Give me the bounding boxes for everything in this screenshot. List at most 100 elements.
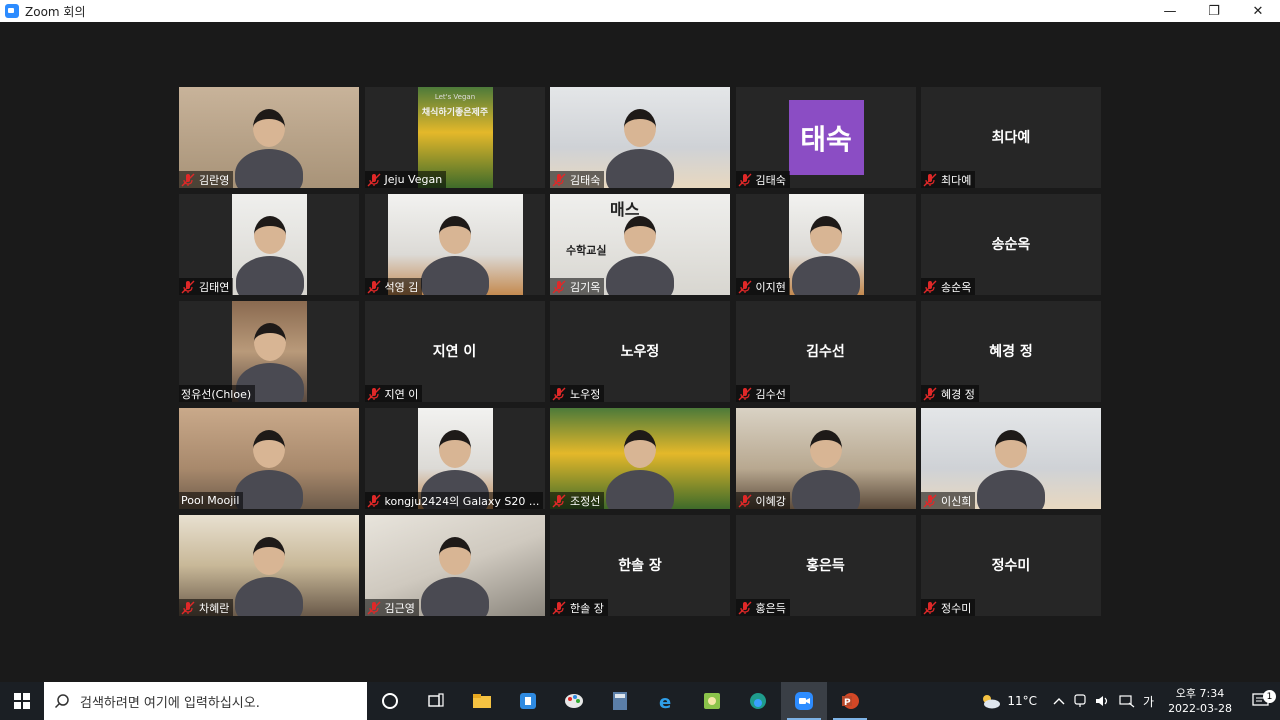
network-button[interactable] bbox=[1115, 694, 1139, 708]
participant-tile[interactable]: 정유선(Chloe) bbox=[179, 301, 359, 402]
participant-name: 이지현 bbox=[755, 280, 786, 294]
system-tray: 11°C 가 오후 7:34 2022-03-28 1 bbox=[975, 682, 1280, 720]
zoom-logo-icon bbox=[5, 4, 19, 18]
chevron-up-icon bbox=[1053, 698, 1065, 705]
participant-name-display: 최다예 bbox=[991, 130, 1031, 146]
weather-widget[interactable]: 11°C bbox=[975, 693, 1041, 709]
volume-button[interactable] bbox=[1091, 694, 1115, 708]
powerpoint-icon: P bbox=[840, 691, 860, 711]
taskbar-app-zoom[interactable] bbox=[781, 682, 827, 720]
participant-tile[interactable]: 석영 김 bbox=[364, 194, 545, 295]
muted-mic-icon bbox=[367, 601, 381, 615]
participant-tile[interactable]: 수학교실 매스 김기옥 bbox=[550, 194, 730, 295]
maximize-button[interactable]: ❐ bbox=[1192, 0, 1236, 22]
participant-tile[interactable]: 김태연 bbox=[179, 194, 359, 295]
participant-tile[interactable]: kongju2424의 Galaxy S20 ... bbox=[364, 408, 545, 509]
participant-body bbox=[235, 577, 303, 616]
participant-name: 조정선 bbox=[570, 494, 601, 508]
jeju-vegan-banner-subtext: Let's Vegan bbox=[434, 93, 476, 101]
participant-name: 석영 김 bbox=[384, 280, 419, 294]
participant-name: 정유선(Chloe) bbox=[181, 387, 252, 401]
ime-indicator[interactable]: 가 bbox=[1139, 693, 1158, 710]
gallery-grid: 김란영 Let's Vegan 채식하기좋은제주 Jeju Vegan 김태숙 태숙 김태숙… bbox=[179, 87, 1101, 616]
file-explorer-icon bbox=[472, 692, 492, 710]
participant-tile[interactable]: 조정선 bbox=[550, 408, 730, 509]
participant-tile[interactable]: 김근영 bbox=[364, 515, 545, 616]
participant-name: 김수선 bbox=[755, 387, 786, 401]
participant-body bbox=[420, 577, 489, 616]
participant-name-label: 김기옥 bbox=[550, 278, 605, 295]
participant-body bbox=[606, 149, 674, 188]
participant-tile[interactable]: 차혜란 bbox=[179, 515, 359, 616]
participant-tile[interactable]: Pool Moojil bbox=[179, 408, 359, 509]
taskbar-app-store[interactable] bbox=[505, 682, 551, 720]
participant-tile[interactable]: 송순옥 송순옥 bbox=[921, 194, 1101, 295]
participant-name-label: 정수미 bbox=[921, 599, 976, 616]
muted-mic-icon bbox=[181, 280, 195, 294]
participant-face bbox=[810, 216, 842, 254]
participant-name-label: 김근영 bbox=[364, 599, 419, 616]
taskbar-app-file-explorer[interactable] bbox=[459, 682, 505, 720]
participant-name-label: 차혜란 bbox=[179, 599, 234, 616]
muted-mic-icon bbox=[738, 173, 752, 187]
minimize-button[interactable]: — bbox=[1148, 0, 1192, 22]
taskbar-app-task-view[interactable] bbox=[413, 682, 459, 720]
participant-name: 지연 이 bbox=[384, 387, 419, 401]
participant-tile[interactable]: 혜경 정 혜경 정 bbox=[921, 301, 1101, 402]
taskbar-app-paint[interactable] bbox=[551, 682, 597, 720]
participant-name-label: 이신희 bbox=[921, 492, 976, 509]
start-button[interactable] bbox=[0, 682, 44, 720]
participant-face bbox=[438, 537, 471, 575]
participant-tile[interactable]: 최다예 최다예 bbox=[921, 87, 1101, 188]
participant-tile[interactable]: 김수선 김수선 bbox=[735, 301, 916, 402]
participant-name: 최다예 bbox=[941, 173, 972, 187]
participant-tile[interactable]: Let's Vegan 채식하기좋은제주 Jeju Vegan bbox=[364, 87, 545, 188]
participant-tile[interactable]: 태숙 김태숙 bbox=[735, 87, 916, 188]
participant-face bbox=[253, 430, 285, 468]
participant-name-label: 김태숙 bbox=[550, 171, 605, 188]
close-button[interactable]: ✕ bbox=[1236, 0, 1280, 22]
taskbar-app-edge[interactable] bbox=[735, 682, 781, 720]
participant-name: 홍은득 bbox=[755, 601, 786, 615]
taskbar-search-input[interactable]: 검색하려면 여기에 입력하십시오. bbox=[44, 682, 367, 720]
taskbar-app-calculator[interactable] bbox=[597, 682, 643, 720]
show-hidden-icons-button[interactable] bbox=[1049, 696, 1069, 706]
participant-tile[interactable]: 김태숙 bbox=[550, 87, 730, 188]
notification-button[interactable]: 1 bbox=[1242, 690, 1280, 709]
participant-name-label: 김란영 bbox=[179, 171, 234, 188]
muted-mic-icon bbox=[367, 280, 381, 294]
participant-tile[interactable]: 이신희 bbox=[921, 408, 1101, 509]
participant-name-display: 혜경 정 bbox=[989, 344, 1033, 360]
participant-name: 이혜강 bbox=[755, 494, 786, 508]
participant-tile[interactable]: 정수미 정수미 bbox=[921, 515, 1101, 616]
cortana-icon bbox=[381, 692, 399, 710]
participant-name-display: 홍은득 bbox=[806, 558, 845, 574]
taskbar-app-cortana[interactable] bbox=[367, 682, 413, 720]
participant-tile[interactable]: 홍은득 홍은득 bbox=[735, 515, 916, 616]
edge-icon bbox=[748, 691, 768, 711]
taskbar-app-ie[interactable]: e bbox=[643, 682, 689, 720]
muted-mic-icon bbox=[923, 387, 937, 401]
device-icon-button[interactable] bbox=[1069, 694, 1091, 708]
clock[interactable]: 오후 7:34 2022-03-28 bbox=[1158, 686, 1242, 716]
participant-tile[interactable]: 이혜강 bbox=[735, 408, 916, 509]
participant-tile[interactable]: 김란영 bbox=[179, 87, 359, 188]
muted-mic-icon bbox=[552, 387, 566, 401]
participant-name: 김기옥 bbox=[570, 280, 601, 294]
participant-name-label: 혜경 정 bbox=[921, 385, 979, 402]
participant-tile[interactable]: 노우정 노우정 bbox=[550, 301, 730, 402]
participant-name-label: 정유선(Chloe) bbox=[179, 385, 256, 402]
taskbar-app-powerpoint[interactable]: P bbox=[827, 682, 873, 720]
calculator-icon bbox=[612, 691, 628, 711]
participant-face bbox=[253, 537, 285, 575]
muted-mic-icon bbox=[738, 601, 752, 615]
participant-name-label: Jeju Vegan bbox=[364, 171, 447, 188]
participant-tile[interactable]: 이지현 bbox=[735, 194, 916, 295]
participant-face bbox=[253, 323, 286, 361]
participant-name-label: 이지현 bbox=[735, 278, 790, 295]
participant-name-display: 김수선 bbox=[806, 344, 845, 360]
muted-mic-icon bbox=[738, 280, 752, 294]
taskbar-app-notes[interactable] bbox=[689, 682, 735, 720]
participant-tile[interactable]: 한솔 장 한솔 장 bbox=[550, 515, 730, 616]
participant-tile[interactable]: 지연 이 지연 이 bbox=[364, 301, 545, 402]
